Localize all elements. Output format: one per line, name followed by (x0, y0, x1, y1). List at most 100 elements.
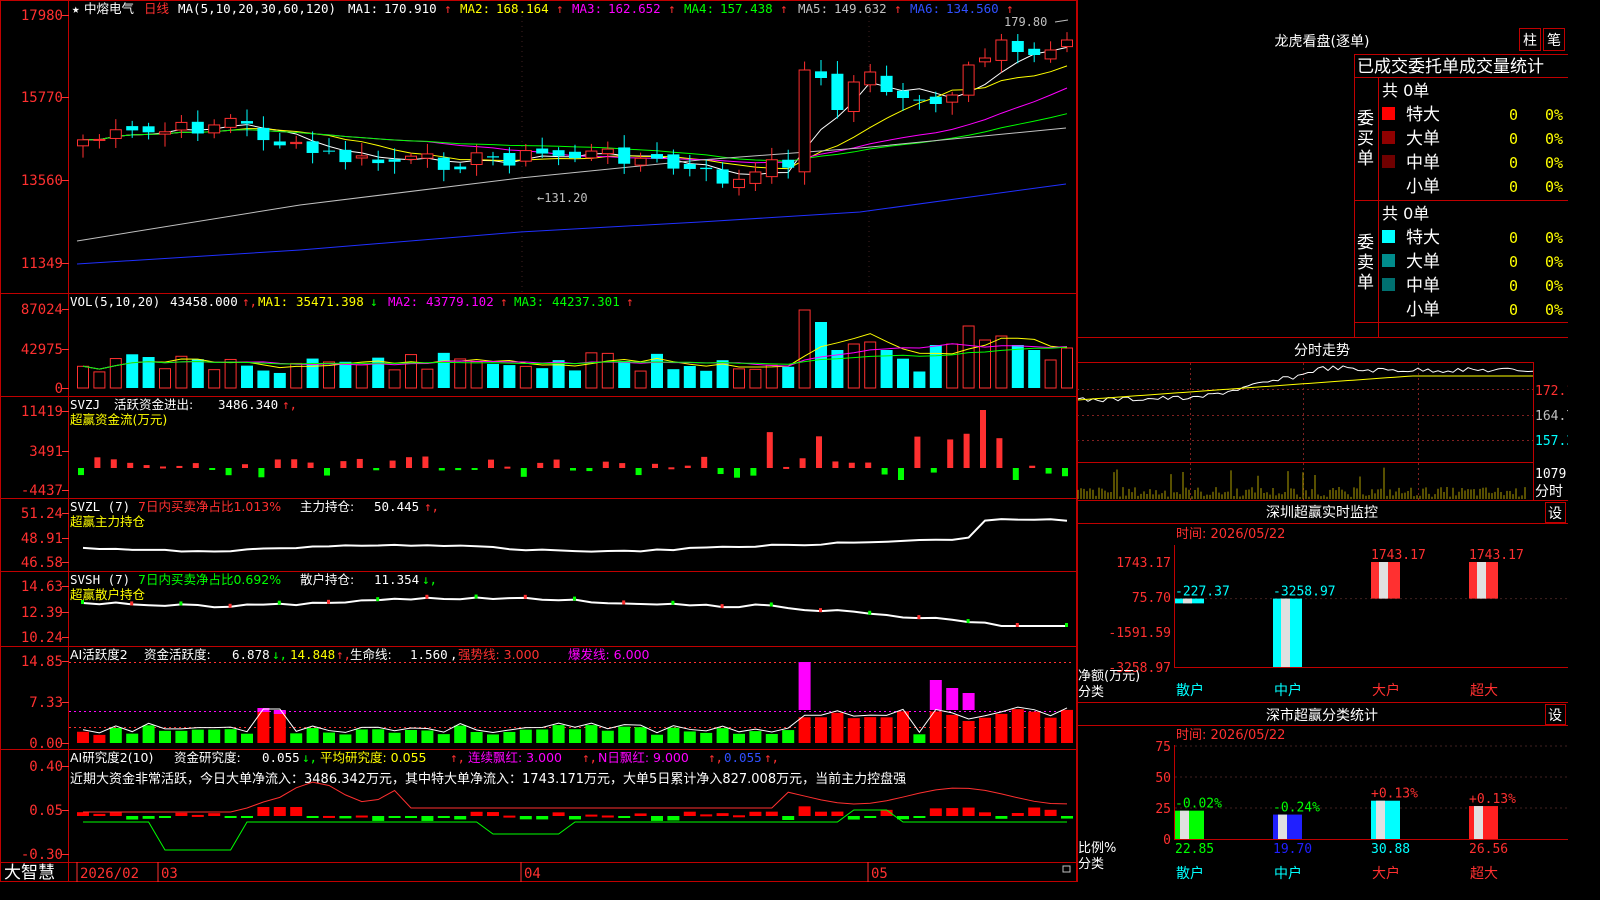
svzl-label: 主力持仓: (300, 499, 354, 514)
candle-body-down (454, 166, 467, 170)
svzj-bar (242, 464, 248, 468)
tab-stats[interactable]: 统计 (1510, 57, 1544, 77)
row-count: 0 (1509, 301, 1518, 319)
ai-research-bar (503, 815, 516, 818)
tab-volume[interactable]: 成交量 (1459, 57, 1510, 77)
ai-research-bar (241, 816, 253, 818)
tab-orders[interactable]: 委托单 (1408, 57, 1459, 77)
candle-body-down (487, 156, 499, 158)
candle-body-up (175, 121, 188, 131)
ai-bar-green (519, 729, 532, 743)
svzl-ratio: 7日内买卖净占比1.013% (138, 499, 281, 514)
candle-body-up (470, 152, 483, 166)
svzj-arrow: ↑, (282, 397, 297, 412)
volume-bar-down (913, 371, 926, 388)
volume-bar-down (339, 361, 352, 388)
row-name: 大单 (1406, 252, 1440, 272)
candle-body-down (503, 153, 516, 166)
candle-body-down (782, 159, 795, 168)
sz-monitor-tick: -1591.59 (1108, 626, 1171, 641)
svzj-bar (307, 462, 314, 468)
svsh-tick (1015, 623, 1019, 627)
ai-bar-green (142, 725, 155, 743)
svzj-value: 3486.340 (218, 397, 278, 412)
candle-body-down (815, 71, 827, 78)
ai-bar-green (683, 731, 696, 743)
period-label[interactable]: 日线 (144, 1, 170, 16)
buy-label-2: 买 (1357, 129, 1374, 149)
sz-class-tick: 25 (1155, 802, 1171, 817)
volume-bar-down (782, 366, 795, 388)
color-swatch (1382, 155, 1395, 168)
ai-bar-green (306, 728, 319, 743)
y-tick-label: 3491 (29, 444, 63, 460)
star-icon[interactable]: ★ (72, 1, 80, 16)
ai-bar-green (749, 731, 762, 743)
row-count: 0 (1509, 229, 1518, 247)
ai-research-arrow2: ↑, (450, 750, 465, 765)
sz-class-category: 超大 (1470, 866, 1498, 882)
candle-body-down (929, 96, 942, 104)
ai-bar-green (191, 729, 204, 743)
svzj-bar (160, 466, 166, 469)
pen-mode-label: 笔 (1547, 33, 1561, 49)
color-swatch (1382, 179, 1395, 192)
y-tick-label: 42975 (21, 342, 63, 358)
row-name: 大单 (1406, 129, 1440, 149)
sz-monitor-axis-label: 净额(万元) (1078, 669, 1140, 684)
ai-bar-strong (273, 710, 286, 714)
ma-value-1: 170.910 (384, 1, 437, 16)
ai-research-bar (306, 816, 319, 818)
volume-bar-up (421, 368, 434, 389)
stock-name[interactable]: 中熔电气 (84, 1, 135, 16)
vol-value: 43458.000 (170, 294, 238, 309)
intraday-corner: 分时 (1535, 484, 1563, 500)
ai-life-label: 生命线: (350, 647, 392, 662)
candle-body-down (142, 126, 155, 133)
ai-bar-red (1028, 711, 1041, 743)
ai-active-title: AI活跃度2 (70, 647, 128, 662)
sz-monitor-value-label: 1743.17 (1371, 548, 1426, 563)
main-chart-svg[interactable]: ★ 中熔电气 日线 MA(5,10,20,30,60,120) MA1: 170.… (0, 0, 1574, 883)
ai-life-comma: , (450, 647, 458, 662)
sz-monitor-time: 时间: 2026/05/22 (1176, 527, 1285, 542)
ma-label-6: MA6: (910, 1, 940, 16)
row-pct: 0% (1545, 178, 1563, 196)
ai-bar-burst (962, 693, 975, 710)
buy-total: 共 0单 (1382, 81, 1429, 100)
sz-monitor-tick: 75.70 (1132, 591, 1171, 606)
ai-bar-red (995, 713, 1008, 743)
volume-bar-down (700, 370, 713, 388)
ai-bar-green (388, 732, 401, 743)
candle-body-down (831, 73, 844, 110)
svzj-bar (422, 456, 429, 468)
candle-body-up (224, 117, 237, 128)
svzj-bar (947, 439, 954, 468)
ai-research-bar (929, 808, 942, 816)
svzj-bar (471, 468, 478, 470)
ai-research-bar (93, 813, 106, 816)
vol-ma-label-1: MA1: (258, 294, 288, 309)
svzj-bar (963, 433, 970, 468)
sz-monitor-tick: 1743.17 (1116, 556, 1171, 571)
sz-class-tick: 75 (1155, 740, 1171, 755)
ai-research-bar (946, 808, 959, 816)
svsh-tick (474, 594, 478, 599)
candle-body-down (651, 154, 663, 159)
candle-body-down (897, 90, 909, 98)
volume-bar-down (815, 322, 827, 388)
sz-class-bar-2 (1273, 814, 1302, 839)
tab-filled[interactable]: 已成交 (1357, 57, 1408, 77)
sz-class-bar-1 (1175, 810, 1204, 839)
vol-ma-label-3: MA3: (514, 294, 544, 309)
ai-research-bar (208, 813, 221, 816)
svsh-tick (917, 615, 921, 620)
y-tick-label: 14.85 (21, 654, 63, 670)
svzj-bar (1012, 468, 1019, 480)
svsh-tick (277, 600, 281, 605)
ai-red-days: 连续飘红: 3.000 (468, 750, 562, 765)
svzl-value: 50.445 (374, 499, 419, 514)
sz-class-cat-label: 分类 (1078, 857, 1104, 872)
main-chart-header: ★ 中熔电气 日线 MA(5,10,20,30,60,120) MA1: 170.… (72, 1, 1014, 16)
volume-bar-down (241, 365, 253, 388)
